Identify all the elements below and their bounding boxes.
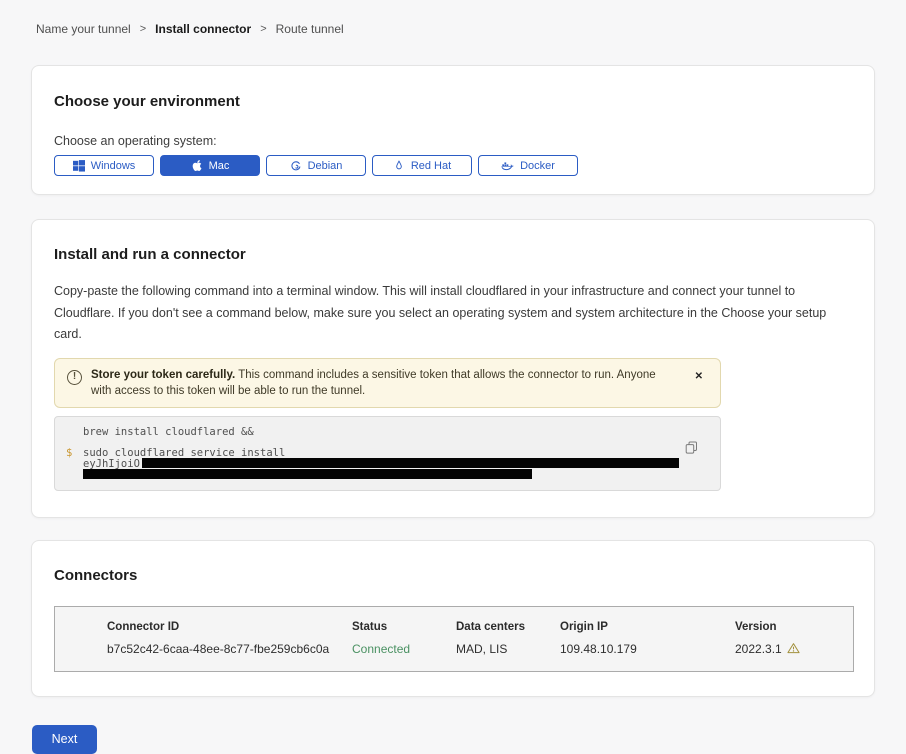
- os-select-label: Choose an operating system:: [54, 134, 852, 148]
- warning-triangle-icon: [787, 642, 800, 657]
- breadcrumb-install-connector[interactable]: Install connector: [155, 22, 251, 36]
- column-header-connector-id: Connector ID: [107, 621, 352, 633]
- copy-icon[interactable]: [683, 439, 700, 459]
- os-button-mac[interactable]: Mac: [160, 155, 260, 176]
- column-header-status: Status: [352, 621, 456, 633]
- os-button-windows[interactable]: Windows: [54, 155, 154, 176]
- column-header-data-centers: Data centers: [456, 621, 560, 633]
- redhat-icon: [393, 159, 405, 172]
- connectors-card: Connectors Connector ID Status Data cent…: [31, 540, 875, 697]
- os-button-docker[interactable]: Docker: [478, 155, 578, 176]
- install-card-description: Copy-paste the following command into a …: [54, 281, 846, 346]
- breadcrumb-separator: >: [140, 23, 146, 35]
- docker-icon: [501, 160, 514, 171]
- os-button-label: Docker: [520, 160, 555, 172]
- breadcrumb: Name your tunnel > Install connector > R…: [0, 0, 906, 36]
- origin-ip-value: 109.48.10.179: [560, 642, 735, 657]
- status-badge: Connected: [352, 642, 456, 657]
- os-button-label: Red Hat: [411, 160, 451, 172]
- token-warning-banner: ! Store your token carefully. This comma…: [54, 358, 721, 408]
- next-button[interactable]: Next: [32, 725, 97, 754]
- connectors-table-header: Connector ID Status Data centers Origin …: [107, 621, 853, 633]
- connector-id-value: b7c52c42-6caa-48ee-8c77-fbe259cb6c0a: [107, 642, 352, 657]
- redacted-token-bar: [142, 458, 679, 468]
- code-line-token-continued: [83, 470, 720, 481]
- data-centers-value: MAD, LIS: [456, 642, 560, 657]
- code-line-brew: brew install cloudflared &&: [83, 427, 720, 438]
- breadcrumb-name-your-tunnel[interactable]: Name your tunnel: [36, 22, 131, 36]
- environment-card-title: Choose your environment: [54, 93, 852, 110]
- install-card-title: Install and run a connector: [54, 246, 844, 263]
- shell-prompt: $: [66, 448, 72, 459]
- windows-icon: [73, 160, 85, 172]
- install-command-code-block: $ brew install cloudflared && sudo cloud…: [54, 416, 721, 491]
- environment-card: Choose your environment Choose an operat…: [31, 65, 875, 195]
- version-value: 2022.3.1: [735, 642, 853, 657]
- connectors-table: Connector ID Status Data centers Origin …: [54, 606, 854, 672]
- os-button-row: Windows Mac Debian: [54, 155, 852, 176]
- column-header-origin-ip: Origin IP: [560, 621, 735, 633]
- close-icon[interactable]: ✕: [693, 370, 705, 384]
- os-button-debian[interactable]: Debian: [266, 155, 366, 176]
- token-warning-text: Store your token carefully. This command…: [91, 367, 676, 399]
- breadcrumb-separator: >: [260, 23, 266, 35]
- column-header-version: Version: [735, 621, 853, 633]
- os-button-redhat[interactable]: Red Hat: [372, 155, 472, 176]
- breadcrumb-route-tunnel[interactable]: Route tunnel: [276, 22, 344, 36]
- os-button-label: Debian: [308, 160, 343, 172]
- os-button-label: Windows: [91, 160, 136, 172]
- install-connector-card: Install and run a connector Copy-paste t…: [31, 219, 875, 518]
- apple-icon: [191, 159, 203, 172]
- os-button-label: Mac: [209, 160, 230, 172]
- connectors-card-title: Connectors: [54, 567, 852, 584]
- redacted-token-bar: [83, 469, 532, 479]
- warning-circle-icon: !: [67, 370, 82, 385]
- token-warning-title: Store your token carefully.: [91, 369, 235, 381]
- table-row: b7c52c42-6caa-48ee-8c77-fbe259cb6c0a Con…: [107, 642, 853, 657]
- debian-icon: [290, 160, 302, 172]
